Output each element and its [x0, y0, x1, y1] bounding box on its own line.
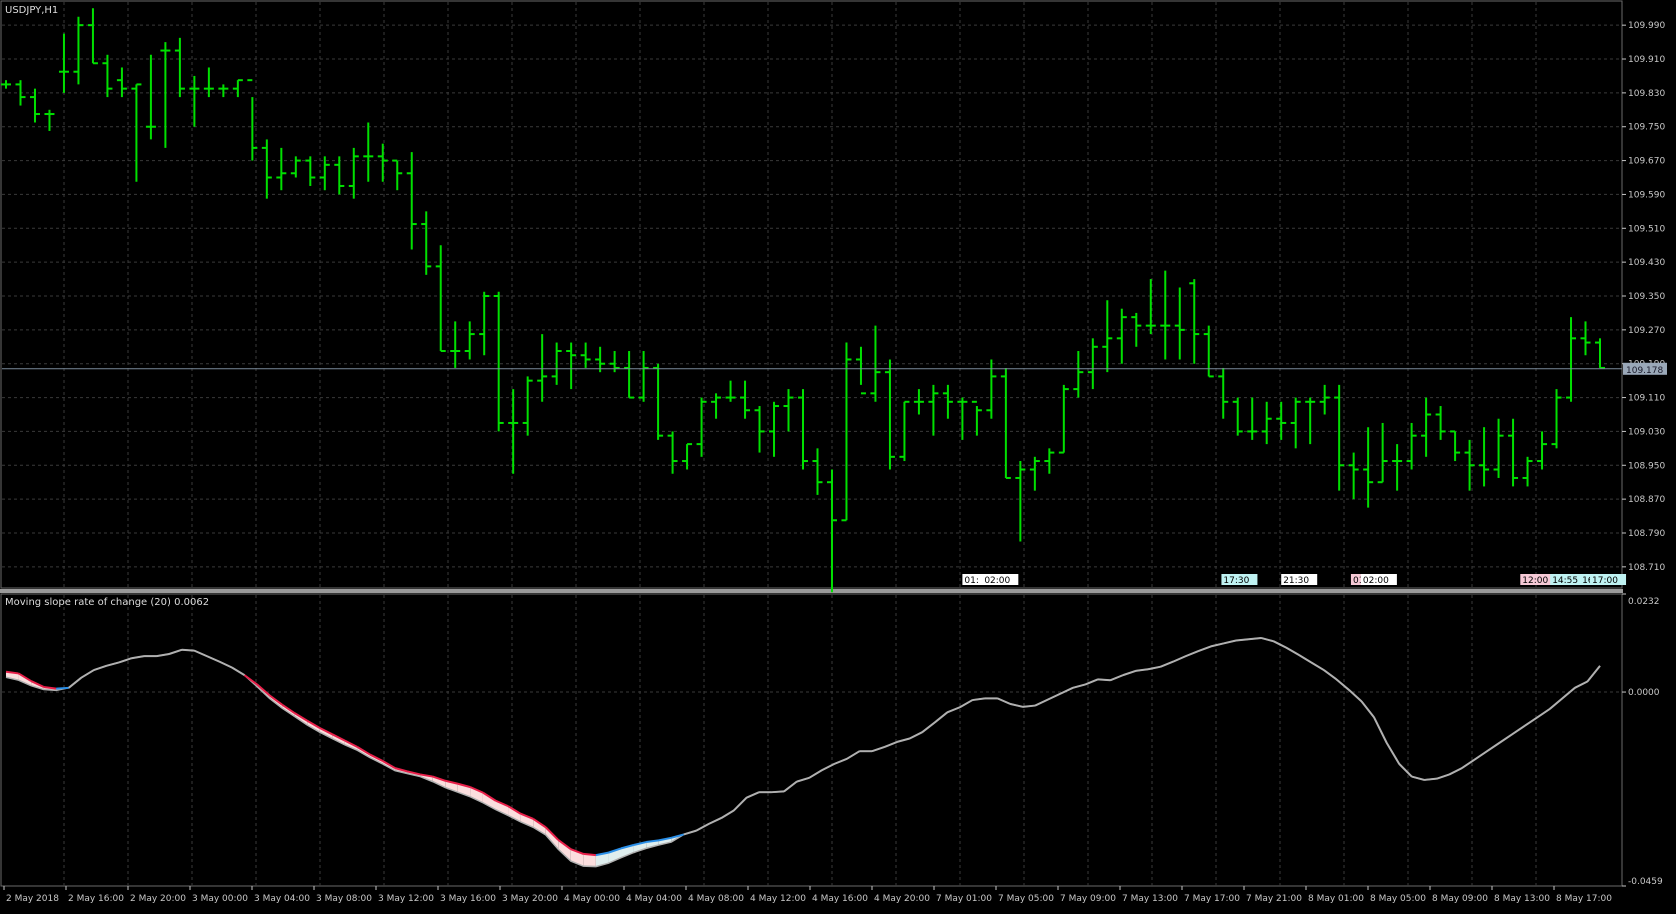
indicator-value-segment [1022, 704, 1036, 708]
indicator-y-tick-label: -0.0459 [1628, 877, 1663, 887]
event-marker[interactable]: 17:00 [1590, 574, 1627, 586]
svg-text:12:00: 12:00 [1522, 576, 1548, 586]
panel-divider[interactable] [0, 589, 1623, 593]
svg-text:17:30: 17:30 [1223, 576, 1249, 586]
y-tick-label: 109.350 [1628, 292, 1665, 302]
x-tick-label: 2 May 16:00 [68, 894, 124, 904]
event-marker[interactable]: 02:00 [1360, 574, 1397, 586]
svg-text:21:30: 21:30 [1283, 576, 1309, 586]
y-tick-label: 109.430 [1628, 258, 1665, 268]
x-tick-label: 4 May 00:00 [564, 894, 620, 904]
current-price-label: 109.178 [1626, 366, 1663, 376]
event-marker[interactable]: 02:00 [982, 574, 1019, 586]
y-tick-label: 109.270 [1628, 326, 1665, 336]
y-tick-label: 109.110 [1628, 394, 1665, 404]
y-tick-label: 109.990 [1628, 21, 1665, 31]
x-tick-label: 8 May 01:00 [1308, 894, 1364, 904]
x-tick-label: 3 May 12:00 [378, 894, 434, 904]
svg-text:14:55: 14:55 [1552, 576, 1578, 586]
indicator-value-segment [181, 648, 195, 652]
x-tick-label: 3 May 08:00 [316, 894, 372, 904]
y-tick-label: 108.790 [1628, 529, 1665, 539]
event-marker[interactable]: 21:30 [1281, 574, 1318, 586]
x-tick-label: 4 May 20:00 [874, 894, 930, 904]
chart-window[interactable]: 109.990 109.910 109.830 109.750 109.670 109.5… [0, 0, 1676, 910]
x-tick-label: 2 May 2018 [6, 894, 59, 904]
indicator-value-segment [1424, 777, 1437, 781]
x-tick-label: 7 May 05:00 [998, 894, 1054, 904]
y-tick-label: 109.590 [1628, 190, 1665, 200]
x-tick-label: 3 May 16:00 [440, 894, 496, 904]
event-marker[interactable]: 17:30 [1221, 574, 1258, 586]
y-tick-label: 108.950 [1628, 461, 1665, 471]
y-tick-label: 109.030 [1628, 427, 1665, 437]
symbol-label: USDJPY,H1 [5, 5, 58, 16]
x-tick-label: 4 May 08:00 [688, 894, 744, 904]
y-tick-label: 109.670 [1628, 157, 1665, 167]
x-tick-label: 7 May 21:00 [1246, 894, 1302, 904]
x-tick-label: 2 May 20:00 [130, 894, 186, 904]
x-tick-label: 7 May 13:00 [1122, 894, 1178, 904]
chart-canvas[interactable]: 109.990 109.910 109.830 109.750 109.670 109.5… [0, 0, 1676, 910]
y-tick-label: 109.750 [1628, 123, 1665, 133]
indicator-value-segment [583, 852, 597, 857]
x-tick-label: 8 May 09:00 [1432, 894, 1488, 904]
x-tick-label: 4 May 04:00 [626, 894, 682, 904]
indicator-value-segment [1235, 638, 1249, 642]
x-tick-label: 3 May 04:00 [254, 894, 310, 904]
indicator-value-segment [771, 790, 785, 794]
x-tick-label: 8 May 13:00 [1494, 894, 1550, 904]
x-tick-label: 3 May 20:00 [502, 894, 558, 904]
x-tick-label: 7 May 17:00 [1184, 894, 1240, 904]
x-tick-label: 3 May 00:00 [192, 894, 248, 904]
svg-text:17:00: 17:00 [1592, 576, 1618, 586]
y-tick-label: 109.910 [1628, 55, 1665, 65]
y-tick-label: 108.870 [1628, 495, 1665, 505]
svg-text:02:00: 02:00 [984, 576, 1010, 586]
indicator-value-segment [56, 686, 69, 690]
x-tick-label: 8 May 17:00 [1556, 894, 1612, 904]
svg-text:01:: 01: [964, 576, 978, 586]
y-tick-label: 108.710 [1628, 563, 1665, 573]
y-tick-label: 109.830 [1628, 89, 1665, 99]
indicator-title: Moving slope rate of change (20) 0.0062 [5, 597, 209, 608]
indicator-y-tick-label: 0.0000 [1628, 688, 1660, 698]
x-tick-label: 7 May 01:00 [936, 894, 992, 904]
indicator-y-tick-label: 0.0232 [1628, 597, 1660, 607]
x-tick-label: 4 May 12:00 [750, 894, 806, 904]
svg-text:02:00: 02:00 [1363, 576, 1389, 586]
y-tick-label: 109.510 [1628, 224, 1665, 234]
x-tick-label: 4 May 16:00 [812, 894, 868, 904]
indicator-value-segment [1248, 636, 1262, 641]
x-tick-label: 7 May 09:00 [1060, 894, 1116, 904]
x-tick-label: 8 May 05:00 [1370, 894, 1426, 904]
indicator-value-segment [1097, 678, 1111, 682]
